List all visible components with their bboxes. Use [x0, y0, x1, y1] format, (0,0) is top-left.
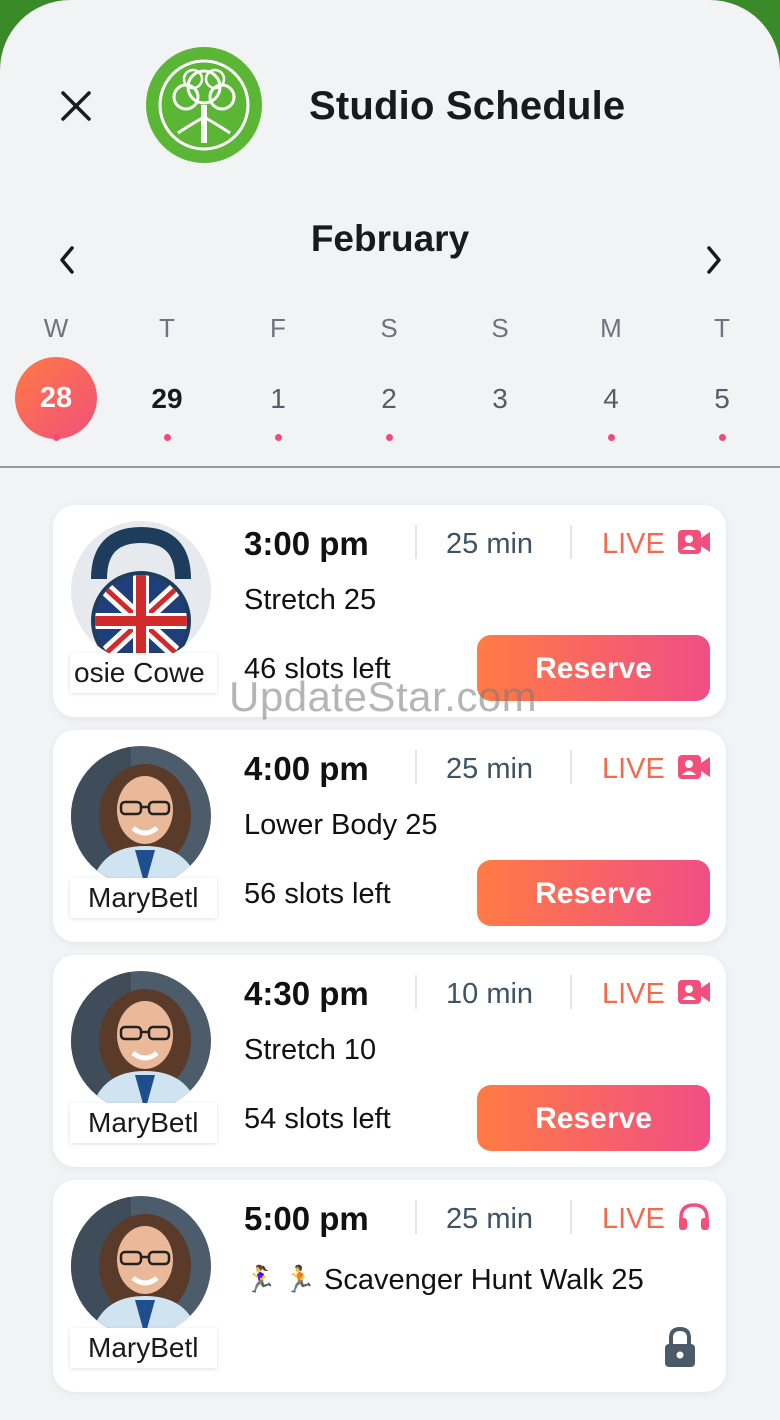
- live-label: LIVE: [602, 1203, 665, 1235]
- weekday-label: T: [714, 313, 730, 343]
- class-name: Scavenger Hunt Walk 25: [324, 1264, 644, 1296]
- chevron-right-icon[interactable]: [695, 240, 731, 280]
- class-duration: 25 min: [446, 753, 534, 785]
- weekday-label: S: [380, 313, 398, 343]
- separator: [570, 525, 572, 559]
- class-time: 4:00 pm: [244, 750, 369, 787]
- instructor-name: MaryBetl: [70, 878, 217, 918]
- class-duration: 10 min: [446, 978, 534, 1010]
- day-button[interactable]: 2: [347, 376, 431, 422]
- weekday-label: S: [491, 313, 509, 343]
- class-indicator-dot: [164, 434, 171, 441]
- class-duration: 25 min: [446, 528, 534, 560]
- reserve-button[interactable]: Reserve: [477, 860, 710, 926]
- kettlebell-uk-flag-avatar: [71, 521, 211, 661]
- separator: [570, 975, 572, 1009]
- separator: [415, 750, 417, 784]
- live-label: LIVE: [602, 753, 665, 785]
- class-card[interactable]: MaryBetl 4:00 pm 25 min LIVE Lower Body …: [53, 730, 726, 942]
- studio-logo: [146, 47, 262, 163]
- watermark: UpdateStar.com: [229, 673, 538, 720]
- separator: [570, 1200, 572, 1234]
- instructor-name: MaryBetl: [70, 1103, 217, 1143]
- close-icon[interactable]: [58, 88, 94, 124]
- class-indicator-dot: [275, 434, 282, 441]
- lock-icon[interactable]: [662, 1325, 698, 1369]
- class-indicator-dot: [608, 434, 615, 441]
- day-button[interactable]: 5: [680, 376, 764, 422]
- class-indicator-dot: [386, 434, 393, 441]
- instructor-name: MaryBetl: [70, 1328, 217, 1368]
- weekday-label: M: [600, 313, 622, 343]
- slots-left: 56 slots left: [244, 878, 391, 910]
- day-button[interactable]: 3: [458, 376, 542, 422]
- slots-left: 54 slots left: [244, 1103, 391, 1135]
- live-label: LIVE: [602, 528, 665, 560]
- day-selected[interactable]: 28: [15, 357, 97, 439]
- live-label: LIVE: [602, 978, 665, 1010]
- separator: [415, 1200, 417, 1234]
- class-card[interactable]: MaryBetl 5:00 pm 25 min LIVE 🏃‍♀️ 🏃 Scav…: [53, 1180, 726, 1392]
- page-title: Studio Schedule: [309, 84, 626, 128]
- weekday-label: T: [159, 313, 175, 343]
- separator: [415, 525, 417, 559]
- separator: [570, 750, 572, 784]
- class-time: 4:30 pm: [244, 975, 369, 1012]
- video-camera-icon: [677, 977, 711, 1007]
- weekday-label: W: [43, 313, 69, 343]
- class-name: Lower Body 25: [244, 809, 438, 841]
- divider: [0, 466, 780, 468]
- day-button[interactable]: 4: [569, 376, 653, 422]
- video-camera-icon: [677, 752, 711, 782]
- class-card[interactable]: MaryBetl 4:30 pm 10 min LIVE Stretch 10 …: [53, 955, 726, 1167]
- class-indicator-dot: [719, 434, 726, 441]
- schedule-sheet: Studio Schedule February W T F S S M T 2…: [0, 0, 780, 1420]
- day-button[interactable]: 29: [125, 376, 209, 422]
- instructor-name: osie Cowe: [70, 653, 217, 693]
- reserve-button[interactable]: Reserve: [477, 1085, 710, 1151]
- video-camera-icon: [677, 527, 711, 557]
- day-button[interactable]: 1: [236, 376, 320, 422]
- weekday-label: F: [270, 313, 286, 343]
- headphones-icon: [677, 1202, 711, 1232]
- month-label: February: [310, 218, 470, 259]
- instructor-photo-avatar: [71, 971, 211, 1111]
- class-duration: 25 min: [446, 1203, 534, 1235]
- class-name: Stretch 10: [244, 1034, 377, 1066]
- class-indicator-dot: [53, 434, 60, 441]
- instructor-photo-avatar: [71, 746, 211, 886]
- class-time: 5:00 pm: [244, 1200, 369, 1237]
- class-time: 3:00 pm: [244, 525, 369, 562]
- instructor-photo-avatar: [71, 1196, 211, 1336]
- runner-emoji: 🏃‍♀️ 🏃: [244, 1264, 316, 1294]
- class-name: Stretch 25: [244, 584, 377, 616]
- separator: [415, 975, 417, 1009]
